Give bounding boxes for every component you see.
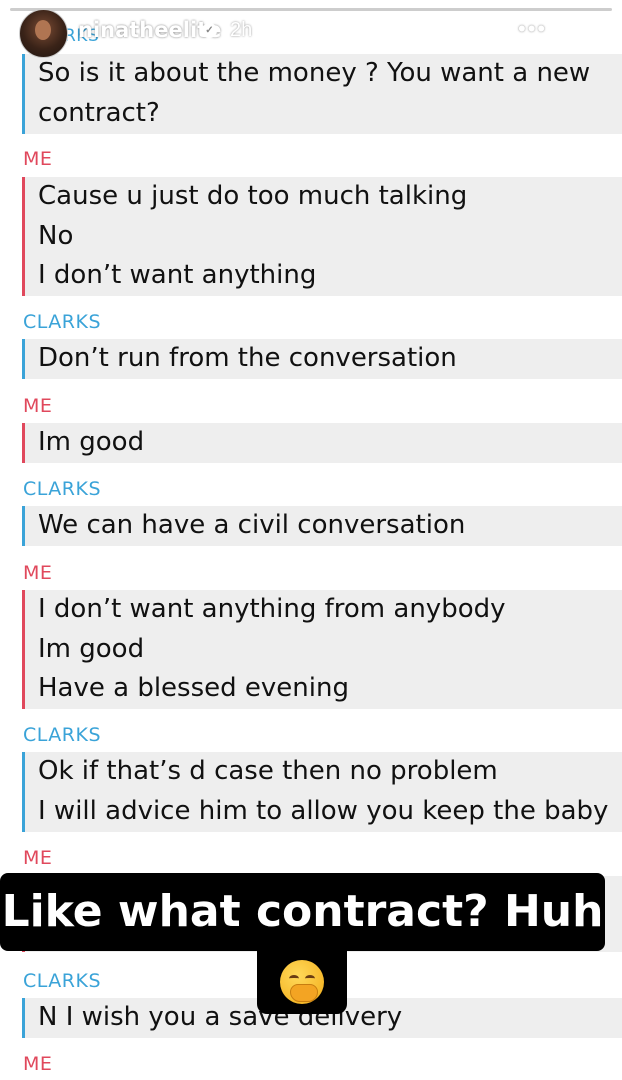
- yawning-face-icon: [280, 960, 324, 1004]
- message-bubble: I don’t want anything from anybody Im go…: [22, 590, 622, 709]
- message-line: Ok if that’s d case then no problem: [38, 756, 498, 786]
- message-line: I will advice him to allow you keep the …: [38, 795, 609, 826]
- story-username[interactable]: ninatheelite: [78, 18, 221, 42]
- story-caption: Like what contract? Huh: [0, 873, 605, 951]
- message-line: Im good: [38, 427, 145, 457]
- sender-label: CLARKS: [23, 970, 102, 992]
- message-line: I don’t want anything from anybody: [38, 594, 506, 624]
- story-progress-bar: [10, 8, 612, 11]
- sender-label: CLARKS: [23, 724, 102, 746]
- message-line: I don’t want anything: [38, 260, 317, 290]
- message-line: Have a blessed evening: [38, 673, 349, 703]
- sender-label: ME: [23, 1053, 53, 1075]
- message-line: We can have a civil conversation: [38, 510, 466, 540]
- verified-badge-icon: ✓: [202, 23, 217, 38]
- message-line: contract?: [38, 97, 160, 128]
- message-bubble: So is it about the money ? You want a ne…: [22, 54, 622, 134]
- message-bubble: Cause u just do too much talking No I do…: [22, 177, 622, 296]
- message-line: So is it about the money ? You want a ne…: [38, 58, 591, 88]
- sender-label: ME: [23, 847, 53, 869]
- message-bubble: We can have a civil conversation: [22, 506, 622, 546]
- emoji-sticker: [257, 950, 347, 1014]
- message-bubble: Im good: [22, 423, 622, 463]
- sender-label: ME: [23, 395, 53, 417]
- story-timestamp: 2h: [230, 19, 253, 41]
- more-options-icon[interactable]: •••: [518, 16, 547, 42]
- message-line: Cause u just do too much talking: [38, 181, 468, 211]
- sender-label: CLARKS: [23, 311, 102, 333]
- message-line: Don’t run from the conversation: [38, 343, 457, 373]
- message-line: No: [38, 220, 74, 251]
- avatar[interactable]: [19, 9, 68, 58]
- sender-label: CLARKS: [23, 478, 102, 500]
- sender-label: ME: [23, 148, 53, 170]
- message-line: Im good: [38, 633, 145, 664]
- message-bubble: Don’t run from the conversation: [22, 339, 622, 379]
- avatar-face: [35, 20, 51, 40]
- message-bubble: Ok if that’s d case then no problem I wi…: [22, 752, 622, 832]
- close-icon[interactable]: [575, 14, 609, 48]
- sender-label: ME: [23, 562, 53, 584]
